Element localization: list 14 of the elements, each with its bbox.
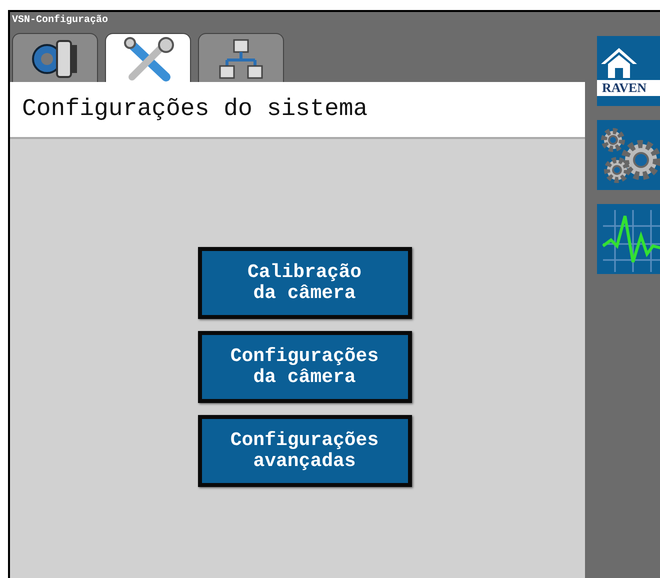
page-title: Configurações do sistema: [22, 96, 368, 123]
tab[interactable]: [12, 33, 98, 84]
house-icon: [599, 46, 639, 80]
window-title: VSN-Configuração: [12, 15, 108, 26]
network-icon: [218, 38, 264, 80]
settings-button[interactable]: [597, 120, 660, 190]
diagnostics-button[interactable]: [597, 204, 660, 274]
tab[interactable]: [198, 33, 284, 84]
menu-button[interactable]: Configurações da câmera: [198, 331, 412, 403]
menu-button[interactable]: Configurações avançadas: [198, 415, 412, 487]
home-button[interactable]: RAVEN: [597, 36, 660, 106]
menu-button[interactable]: Calibração da câmera: [198, 247, 412, 319]
tab[interactable]: [105, 33, 191, 85]
brand-label: RAVEN: [597, 80, 660, 96]
